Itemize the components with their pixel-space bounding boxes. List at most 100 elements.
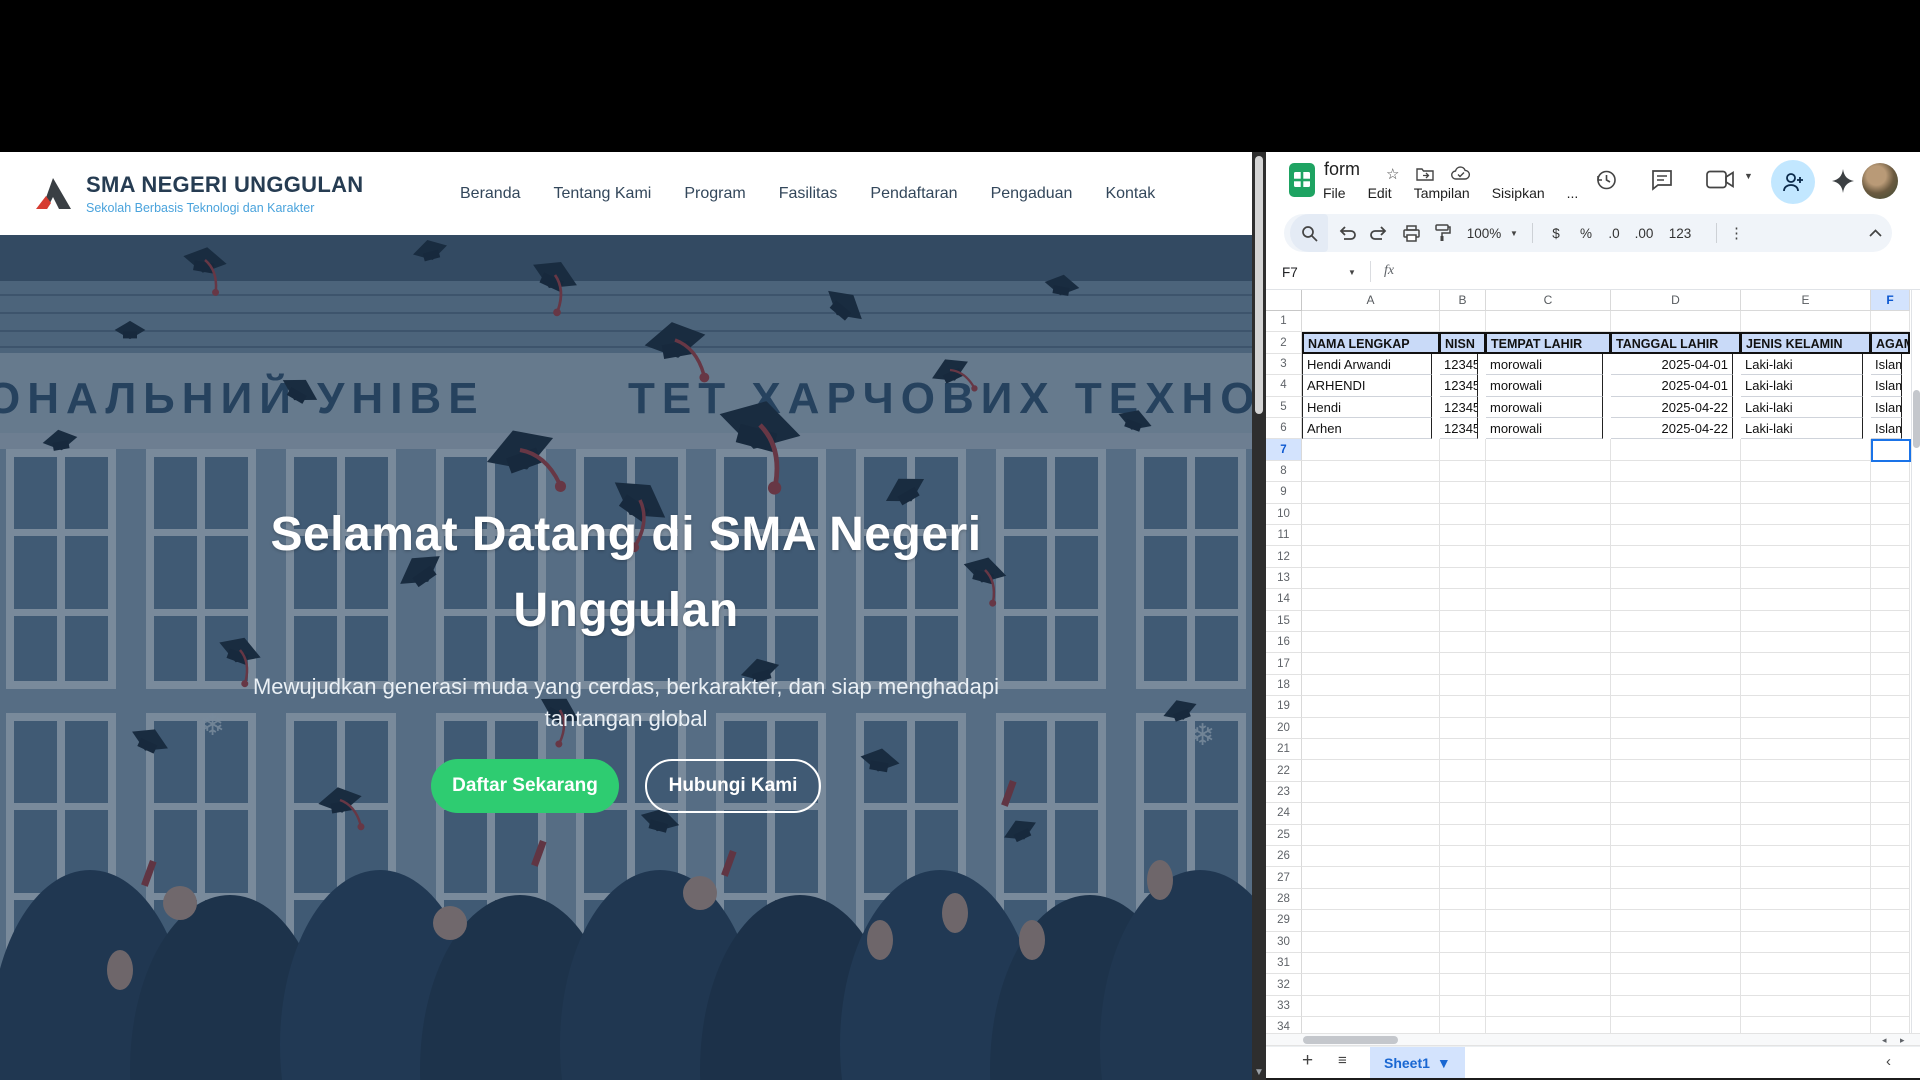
row-header-32[interactable]: 32 bbox=[1266, 974, 1302, 995]
row-header-13[interactable]: 13 bbox=[1266, 568, 1302, 589]
cell-A25[interactable] bbox=[1302, 825, 1440, 846]
share-button[interactable] bbox=[1771, 160, 1815, 204]
cell-D22[interactable] bbox=[1611, 760, 1741, 781]
cell-F4[interactable]: Islam bbox=[1871, 375, 1902, 396]
cell-E1[interactable] bbox=[1741, 311, 1871, 332]
cell-E3[interactable]: Laki-laki bbox=[1741, 354, 1863, 375]
cell-F14[interactable] bbox=[1871, 589, 1910, 610]
cell-A20[interactable] bbox=[1302, 718, 1440, 739]
row-header-27[interactable]: 27 bbox=[1266, 867, 1302, 888]
cell-C25[interactable] bbox=[1486, 825, 1611, 846]
cell-D34[interactable] bbox=[1611, 1017, 1741, 1033]
cell-F2[interactable]: AGAMA bbox=[1871, 332, 1910, 353]
cell-E11[interactable] bbox=[1741, 525, 1871, 546]
row-header-31[interactable]: 31 bbox=[1266, 953, 1302, 974]
cell-B25[interactable] bbox=[1440, 825, 1486, 846]
cell-F10[interactable] bbox=[1871, 504, 1910, 525]
cell-B13[interactable] bbox=[1440, 568, 1486, 589]
daftar-sekarang-button[interactable]: Daftar Sekarang bbox=[431, 759, 619, 813]
cell-B21[interactable] bbox=[1440, 739, 1486, 760]
cell-F6[interactable]: Islam bbox=[1871, 418, 1902, 439]
cell-D30[interactable] bbox=[1611, 932, 1741, 953]
cell-E20[interactable] bbox=[1741, 718, 1871, 739]
cell-A5[interactable]: Hendi bbox=[1302, 397, 1432, 418]
paint-format-button[interactable] bbox=[1428, 214, 1458, 252]
undo-button[interactable] bbox=[1332, 214, 1362, 252]
v-scroll-thumb[interactable] bbox=[1913, 390, 1920, 448]
cell-E4[interactable]: Laki-laki bbox=[1741, 375, 1863, 396]
cell-D17[interactable] bbox=[1611, 653, 1741, 674]
cell-C16[interactable] bbox=[1486, 632, 1611, 653]
cell-C2[interactable]: TEMPAT LAHIR bbox=[1486, 332, 1611, 353]
cell-C31[interactable] bbox=[1486, 953, 1611, 974]
cell-B12[interactable] bbox=[1440, 546, 1486, 567]
row-header-20[interactable]: 20 bbox=[1266, 718, 1302, 739]
cell-B14[interactable] bbox=[1440, 589, 1486, 610]
format-0[interactable]: .0 bbox=[1600, 214, 1628, 252]
cell-F5[interactable]: Islam bbox=[1871, 397, 1902, 418]
cell-A24[interactable] bbox=[1302, 803, 1440, 824]
cell-C3[interactable]: morowali bbox=[1486, 354, 1603, 375]
cell-D18[interactable] bbox=[1611, 675, 1741, 696]
search-menus-button[interactable] bbox=[1290, 214, 1328, 252]
cell-A29[interactable] bbox=[1302, 910, 1440, 931]
cell-D14[interactable] bbox=[1611, 589, 1741, 610]
column-header-C[interactable]: C bbox=[1486, 290, 1611, 311]
column-header-E[interactable]: E bbox=[1741, 290, 1871, 311]
cell-A18[interactable] bbox=[1302, 675, 1440, 696]
row-header-5[interactable]: 5 bbox=[1266, 397, 1302, 418]
row-header-30[interactable]: 30 bbox=[1266, 932, 1302, 953]
cell-D11[interactable] bbox=[1611, 525, 1741, 546]
cell-F20[interactable] bbox=[1871, 718, 1910, 739]
cell-E10[interactable] bbox=[1741, 504, 1871, 525]
cell-A26[interactable] bbox=[1302, 846, 1440, 867]
nav-item-beranda[interactable]: Beranda bbox=[460, 185, 521, 203]
cell-B9[interactable] bbox=[1440, 482, 1486, 503]
cell-F19[interactable] bbox=[1871, 696, 1910, 717]
meet-video-icon[interactable] bbox=[1706, 170, 1736, 190]
cell-B3[interactable]: 12345 bbox=[1440, 354, 1478, 375]
cell-C29[interactable] bbox=[1486, 910, 1611, 931]
cell-A34[interactable] bbox=[1302, 1017, 1440, 1033]
nav-item-tentang-kami[interactable]: Tentang Kami bbox=[554, 185, 652, 203]
cell-F3[interactable]: Islam bbox=[1871, 354, 1902, 375]
cell-D4[interactable]: 2025-04-01 bbox=[1611, 375, 1733, 396]
cell-E14[interactable] bbox=[1741, 589, 1871, 610]
cell-A17[interactable] bbox=[1302, 653, 1440, 674]
cell-C17[interactable] bbox=[1486, 653, 1611, 674]
cell-name-box[interactable]: F7 bbox=[1276, 262, 1352, 282]
row-header-7[interactable]: 7 bbox=[1266, 439, 1302, 460]
nav-item-program[interactable]: Program bbox=[684, 185, 745, 203]
cell-E31[interactable] bbox=[1741, 953, 1871, 974]
h-scroll-left-arrow[interactable]: ◂ bbox=[1882, 1035, 1887, 1046]
cell-A31[interactable] bbox=[1302, 953, 1440, 974]
formula-input[interactable] bbox=[1411, 262, 1891, 282]
cell-E18[interactable] bbox=[1741, 675, 1871, 696]
cell-A9[interactable] bbox=[1302, 482, 1440, 503]
cell-E30[interactable] bbox=[1741, 932, 1871, 953]
cell-C11[interactable] bbox=[1486, 525, 1611, 546]
cell-C13[interactable] bbox=[1486, 568, 1611, 589]
cell-A3[interactable]: Hendi Arwandi bbox=[1302, 354, 1432, 375]
row-header-25[interactable]: 25 bbox=[1266, 825, 1302, 846]
cell-F25[interactable] bbox=[1871, 825, 1910, 846]
row-header-21[interactable]: 21 bbox=[1266, 739, 1302, 760]
nav-item-pendaftaran[interactable]: Pendaftaran bbox=[870, 185, 957, 203]
cell-F24[interactable] bbox=[1871, 803, 1910, 824]
cell-F22[interactable] bbox=[1871, 760, 1910, 781]
cell-D2[interactable]: TANGGAL LAHIR bbox=[1611, 332, 1741, 353]
cell-B7[interactable] bbox=[1440, 439, 1486, 460]
cell-F31[interactable] bbox=[1871, 953, 1910, 974]
format-123[interactable]: 123 bbox=[1666, 214, 1694, 252]
row-header-11[interactable]: 11 bbox=[1266, 525, 1302, 546]
cell-B24[interactable] bbox=[1440, 803, 1486, 824]
cell-C28[interactable] bbox=[1486, 889, 1611, 910]
column-header-F[interactable]: F bbox=[1871, 290, 1910, 311]
column-header-A[interactable]: A bbox=[1302, 290, 1440, 311]
cell-A30[interactable] bbox=[1302, 932, 1440, 953]
cell-A23[interactable] bbox=[1302, 782, 1440, 803]
cell-F29[interactable] bbox=[1871, 910, 1910, 931]
cell-C27[interactable] bbox=[1486, 867, 1611, 888]
cell-E33[interactable] bbox=[1741, 996, 1871, 1017]
cell-A2[interactable]: NAMA LENGKAP bbox=[1302, 332, 1440, 353]
